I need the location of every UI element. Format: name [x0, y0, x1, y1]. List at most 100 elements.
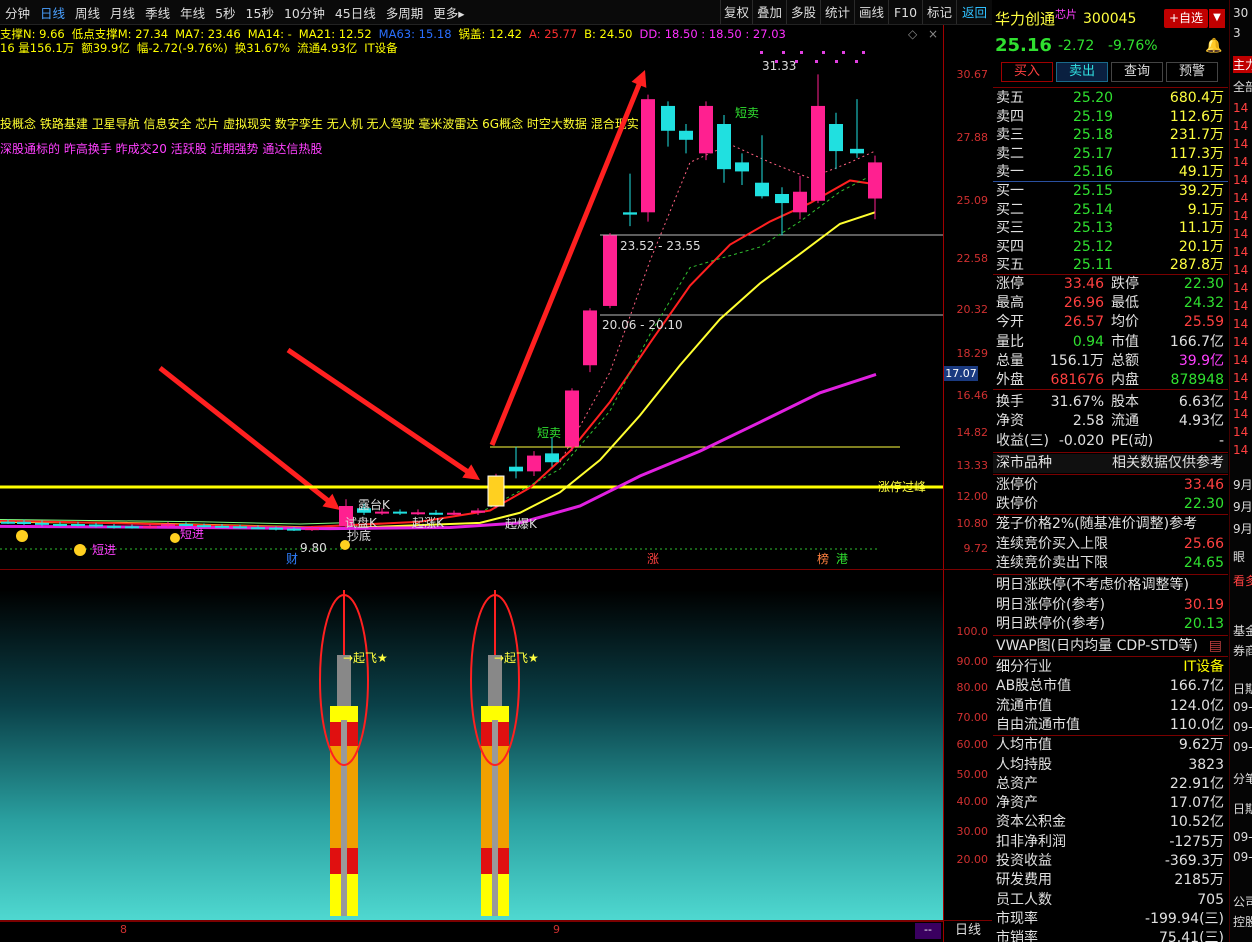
- side-item[interactable]: 14: [1233, 155, 1248, 169]
- vwap-title[interactable]: VWAP图(日内均量 CDP-STD等) ▤: [993, 637, 1228, 656]
- side-item[interactable]: 14: [1233, 101, 1248, 115]
- tool-7[interactable]: 返回: [956, 0, 992, 24]
- side-item[interactable]: 09-: [1233, 700, 1252, 714]
- ask-row[interactable]: 卖三 25.18 231.7万: [993, 126, 1228, 145]
- query-button[interactable]: 查询: [1111, 62, 1163, 82]
- side-item[interactable]: 14: [1233, 371, 1248, 385]
- coin-icon: [170, 533, 180, 543]
- period-tab-10[interactable]: 多周期: [381, 3, 429, 22]
- side-item[interactable]: 控股: [1233, 913, 1252, 930]
- side-item[interactable]: 14: [1233, 317, 1248, 331]
- bid-row[interactable]: 买五 25.11 287.8万: [993, 256, 1228, 275]
- tomorrow-value: 30.19: [1183, 597, 1224, 613]
- red-arrow: [158, 366, 331, 504]
- bell-icon[interactable]: 🔔: [1205, 35, 1222, 57]
- sub-chart[interactable]: →起飞★ →起飞★: [0, 570, 943, 920]
- side-item[interactable]: 14: [1233, 245, 1248, 259]
- period-tab-9[interactable]: 45日线: [330, 3, 381, 22]
- bid-row[interactable]: 买二 25.14 9.1万: [993, 201, 1228, 220]
- side-item[interactable]: 全部: [1233, 78, 1252, 95]
- side-item[interactable]: 日期: [1233, 680, 1252, 697]
- ask-row[interactable]: 卖四 25.19 112.6万: [993, 108, 1228, 127]
- side-item[interactable]: 眼: [1233, 548, 1245, 565]
- fundamental-label: 投资收益: [996, 853, 1052, 869]
- side-item[interactable]: 日期: [1233, 800, 1252, 817]
- side-item[interactable]: 14: [1233, 281, 1248, 295]
- cage-label: 连续竞价买入上限: [996, 536, 1108, 552]
- side-item[interactable]: 券商: [1233, 642, 1252, 659]
- sell-button[interactable]: 卖出: [1056, 62, 1108, 82]
- side-item[interactable]: 14: [1233, 425, 1248, 439]
- side-item[interactable]: 看多: [1233, 572, 1252, 589]
- period-tab-7[interactable]: 15秒: [241, 3, 279, 22]
- ask-price: 25.16: [1073, 164, 1114, 180]
- tool-1[interactable]: 叠加: [752, 0, 786, 24]
- side-item[interactable]: 公司: [1233, 893, 1252, 910]
- period-tab-0[interactable]: 分钟: [0, 3, 35, 22]
- tool-5[interactable]: F10: [888, 0, 922, 24]
- ask-row[interactable]: 卖二 25.17 117.3万: [993, 145, 1228, 164]
- scroll-button[interactable]: --: [915, 923, 941, 939]
- side-item[interactable]: 14: [1233, 191, 1248, 205]
- period-tab-3[interactable]: 月线: [105, 3, 140, 22]
- tool-2[interactable]: 多股: [786, 0, 820, 24]
- period-tab-4[interactable]: 季线: [140, 3, 175, 22]
- period-tab-2[interactable]: 周线: [70, 3, 105, 22]
- alert-button[interactable]: 预警: [1166, 62, 1218, 82]
- side-item[interactable]: 主力: [1233, 56, 1252, 73]
- bid-row[interactable]: 买一 25.15 39.2万: [993, 182, 1228, 201]
- side-item[interactable]: 分笔: [1233, 770, 1252, 787]
- dropdown-icon[interactable]: ▼: [1209, 9, 1225, 28]
- candle-body: [527, 455, 541, 472]
- price-tick: 18.29: [956, 347, 989, 360]
- side-item[interactable]: 3: [1233, 26, 1241, 40]
- side-item[interactable]: 30: [1233, 6, 1248, 20]
- period-tab-6[interactable]: 5秒: [210, 3, 240, 22]
- side-item[interactable]: 14: [1233, 353, 1248, 367]
- buy-button[interactable]: 买入: [1001, 62, 1053, 82]
- market-note: 相关数据仅供参考: [1112, 455, 1224, 471]
- top-marker: [775, 60, 778, 63]
- side-item[interactable]: 9月: [1233, 476, 1252, 493]
- side-item[interactable]: 14: [1233, 407, 1248, 421]
- ask-price: 25.18: [1073, 127, 1114, 143]
- period-label[interactable]: 日线: [943, 921, 992, 942]
- tool-0[interactable]: 复权: [720, 0, 752, 24]
- side-item[interactable]: 09-: [1233, 830, 1252, 844]
- period-tab-1[interactable]: 日线: [35, 3, 70, 22]
- side-item[interactable]: 14: [1233, 299, 1248, 313]
- period-tab-8[interactable]: 10分钟: [279, 3, 330, 22]
- tool-4[interactable]: 画线: [854, 0, 888, 24]
- side-item[interactable]: 14: [1233, 173, 1248, 187]
- candle-body: [447, 512, 461, 515]
- top-marker: [862, 51, 865, 54]
- period-tab-5[interactable]: 年线: [175, 3, 210, 22]
- side-item[interactable]: 14: [1233, 443, 1248, 457]
- table-icon[interactable]: ▤: [1209, 637, 1222, 656]
- side-item[interactable]: 09-: [1233, 740, 1252, 754]
- price-tick: 10.80: [956, 517, 989, 530]
- bid-row[interactable]: 买三 25.13 11.1万: [993, 219, 1228, 238]
- side-item[interactable]: 14: [1233, 209, 1248, 223]
- side-item[interactable]: 14: [1233, 335, 1248, 349]
- side-item[interactable]: 14: [1233, 263, 1248, 277]
- side-item[interactable]: 9月: [1233, 520, 1252, 537]
- side-item[interactable]: 基金: [1233, 622, 1252, 639]
- chart-annotation: 抄底: [347, 528, 371, 543]
- tool-3[interactable]: 统计: [820, 0, 854, 24]
- side-item[interactable]: 14: [1233, 137, 1248, 151]
- bid-row[interactable]: 买四 25.12 20.1万: [993, 238, 1228, 257]
- side-item[interactable]: 09-: [1233, 850, 1252, 864]
- side-item[interactable]: 09-: [1233, 720, 1252, 734]
- side-item[interactable]: 14: [1233, 227, 1248, 241]
- tool-6[interactable]: 标记: [922, 0, 956, 24]
- add-watchlist-button[interactable]: +自选: [1164, 9, 1208, 28]
- side-item[interactable]: 9月: [1233, 498, 1252, 515]
- ask-row[interactable]: 卖一 25.16 49.1万: [993, 163, 1228, 182]
- kline-chart[interactable]: 31.33短卖短卖23.52 - 23.5520.06 - 20.109.80露…: [0, 25, 943, 570]
- period-tab-11[interactable]: 更多▸: [428, 3, 469, 22]
- ask-row[interactable]: 卖五 25.20 680.4万: [993, 89, 1228, 108]
- side-item[interactable]: 14: [1233, 119, 1248, 133]
- side-item[interactable]: 14: [1233, 389, 1248, 403]
- bid-volume: 9.1万: [1187, 201, 1224, 218]
